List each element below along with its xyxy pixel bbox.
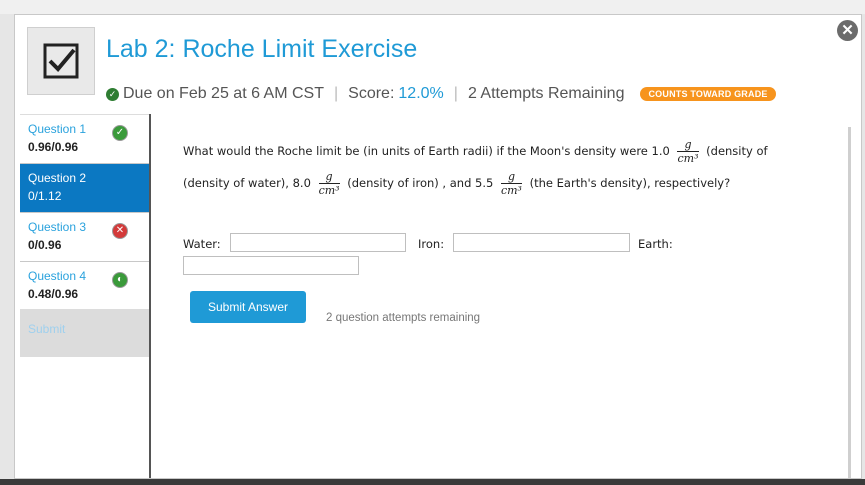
lab-modal: Lab 2: Roche Limit Exercise ✓ Due on Feb… <box>14 14 862 479</box>
question-score: 0/1.12 <box>28 189 62 203</box>
assignment-meta: ✓ Due on Feb 25 at 6 AM CST | Score: 12.… <box>106 85 776 103</box>
sidebar-item-question-1[interactable]: Question 1 0.96/0.96 ✓ <box>20 115 149 164</box>
question-label: Question 2 <box>28 171 87 185</box>
checkbox-icon <box>43 43 79 79</box>
earth-input[interactable] <box>183 256 359 275</box>
top-strip <box>0 0 865 14</box>
question-part-1: What would the Roche limit be (in units … <box>183 144 670 158</box>
question-part-3: (density of iron) , and 5.5 <box>347 176 494 190</box>
unit-fraction: g cm³ <box>500 169 522 197</box>
question-score: 0.48/0.96 <box>28 287 79 301</box>
incorrect-icon: ✕ <box>112 223 128 239</box>
sidebar-item-question-4[interactable]: Question 4 0.48/0.96 ◐ <box>20 262 149 311</box>
due-date: Due on Feb 25 at 6 AM CST <box>123 85 324 102</box>
question-score: 0.96/0.96 <box>28 140 79 154</box>
iron-label: Iron: <box>418 237 445 251</box>
earth-label: Earth: <box>638 237 673 251</box>
question-part-4: (the Earth's density), respectively? <box>529 176 731 190</box>
sidebar-item-question-3[interactable]: Question 3 0/0.96 ✕ <box>20 213 149 262</box>
question-score: 0/0.96 <box>28 238 62 252</box>
scrollbar[interactable] <box>848 127 851 478</box>
close-icon[interactable]: ✕ <box>837 20 858 41</box>
question-label: Question 3 <box>28 220 87 234</box>
question-text: What would the Roche limit be (in units … <box>183 135 843 199</box>
score-label: Score: <box>348 85 395 102</box>
question-label: Question 1 <box>28 122 87 136</box>
correct-icon: ✓ <box>112 125 128 141</box>
water-input[interactable] <box>230 233 406 252</box>
submit-answer-button[interactable]: Submit Answer <box>190 291 306 323</box>
unit-fraction: g cm³ <box>318 169 340 197</box>
partial-credit-icon: ◐ <box>112 272 128 288</box>
question-part-2: (density of water), 8.0 <box>183 176 311 190</box>
water-label: Water: <box>183 237 221 251</box>
assignment-logo <box>27 27 95 95</box>
question-sidebar: Question 1 0.96/0.96 ✓ Question 2 0/1.12… <box>20 114 151 478</box>
submit-label: Submit <box>28 322 66 336</box>
bottom-bar <box>0 479 865 485</box>
check-circle-icon: ✓ <box>106 87 119 101</box>
score-value: 12.0% <box>398 85 444 102</box>
question-part-1b: (density of <box>706 144 768 158</box>
separator: | <box>453 85 458 102</box>
question-label: Question 4 <box>28 269 87 283</box>
grade-badge: COUNTS TOWARD GRADE <box>640 87 776 101</box>
sidebar-submit-button[interactable]: Submit <box>20 309 149 357</box>
page-title: Lab 2: Roche Limit Exercise <box>106 35 418 63</box>
sidebar-item-question-2[interactable]: Question 2 0/1.12 <box>20 164 149 213</box>
iron-input[interactable] <box>453 233 630 252</box>
unit-fraction: g cm³ <box>677 137 699 165</box>
attempts-note: 2 question attempts remaining <box>326 312 481 324</box>
separator: | <box>334 85 339 102</box>
attempts-remaining: 2 Attempts Remaining <box>467 85 625 102</box>
